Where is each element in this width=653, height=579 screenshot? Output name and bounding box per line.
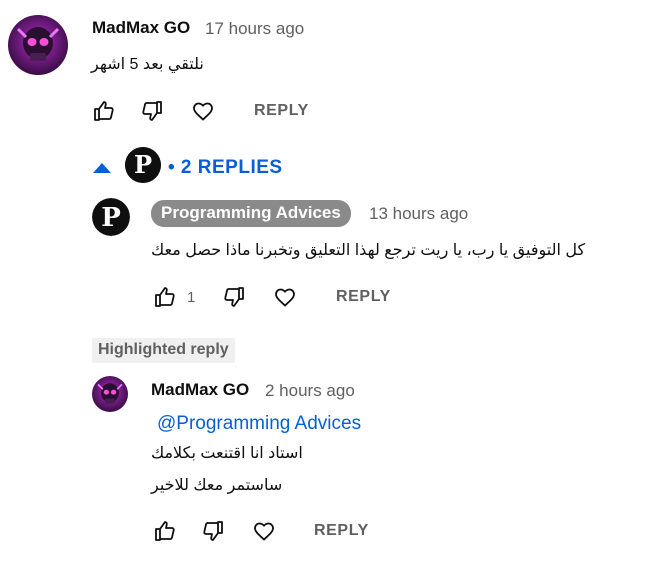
reply2-author[interactable]: MadMax GO bbox=[151, 380, 249, 400]
caret-up-icon bbox=[93, 163, 111, 173]
reply2-mention-link[interactable]: @Programming Advices bbox=[157, 413, 361, 435]
reply1-heart-button[interactable] bbox=[273, 285, 297, 309]
thumbs-down-icon bbox=[203, 521, 223, 541]
skull-avatar-icon bbox=[8, 15, 68, 75]
programming-advices-logo-icon: P bbox=[92, 198, 130, 236]
reply1-text: كل التوفيق يا رب، يا ريت ترجع لهذا التعل… bbox=[151, 242, 586, 259]
collapse-replies-button[interactable] bbox=[92, 161, 112, 180]
programming-advices-logo-icon: P bbox=[125, 147, 161, 183]
reply2-text-line2: ساستمر معك للاخير bbox=[151, 477, 283, 494]
thumbs-down-icon bbox=[142, 101, 162, 121]
skull-avatar-icon bbox=[92, 376, 128, 412]
heart-icon bbox=[193, 102, 213, 121]
thumbs-up-icon bbox=[155, 521, 175, 541]
dislike-button[interactable] bbox=[140, 99, 164, 123]
reply1-timestamp[interactable]: 13 hours ago bbox=[369, 204, 468, 224]
reply2-dislike-button[interactable] bbox=[201, 519, 225, 543]
reply1-like-count: 1 bbox=[187, 289, 196, 306]
thumbs-down-icon bbox=[224, 287, 244, 307]
replier-avatar-small: P bbox=[125, 147, 161, 183]
heart-icon bbox=[254, 522, 274, 541]
reply-button[interactable]: REPLY bbox=[254, 102, 309, 120]
reply1-avatar[interactable]: P bbox=[92, 198, 130, 236]
svg-text:P: P bbox=[101, 203, 121, 233]
replies-count-toggle[interactable]: • 2 REPLIES bbox=[168, 157, 283, 179]
reply2-reply-button[interactable]: REPLY bbox=[314, 522, 369, 540]
reply2-avatar[interactable] bbox=[92, 376, 128, 412]
reply2-text-line1: استاد انا اقتنعت بكلامك bbox=[151, 445, 303, 462]
thumbs-up-icon bbox=[94, 101, 114, 121]
heart-icon bbox=[275, 288, 295, 307]
comment-author[interactable]: MadMax GO bbox=[92, 18, 190, 38]
reply2-heart-button[interactable] bbox=[252, 519, 276, 543]
reply2-like-button[interactable] bbox=[153, 519, 177, 543]
comment-text: نلتقي بعد 5 اشهر bbox=[91, 56, 204, 73]
reply2-timestamp[interactable]: 2 hours ago bbox=[265, 381, 355, 401]
svg-text:P: P bbox=[134, 150, 152, 179]
like-button[interactable] bbox=[92, 99, 116, 123]
reply1-like-button[interactable] bbox=[153, 285, 177, 309]
heart-button[interactable] bbox=[191, 99, 215, 123]
reply1-dislike-button[interactable] bbox=[222, 285, 246, 309]
comment-timestamp[interactable]: 17 hours ago bbox=[205, 19, 304, 39]
creator-author-badge[interactable]: Programming Advices bbox=[151, 200, 351, 227]
commenter-avatar[interactable] bbox=[8, 15, 68, 75]
reply1-reply-button[interactable]: REPLY bbox=[336, 288, 391, 306]
highlighted-reply-label: Highlighted reply bbox=[92, 338, 235, 363]
thumbs-up-icon bbox=[155, 287, 175, 307]
